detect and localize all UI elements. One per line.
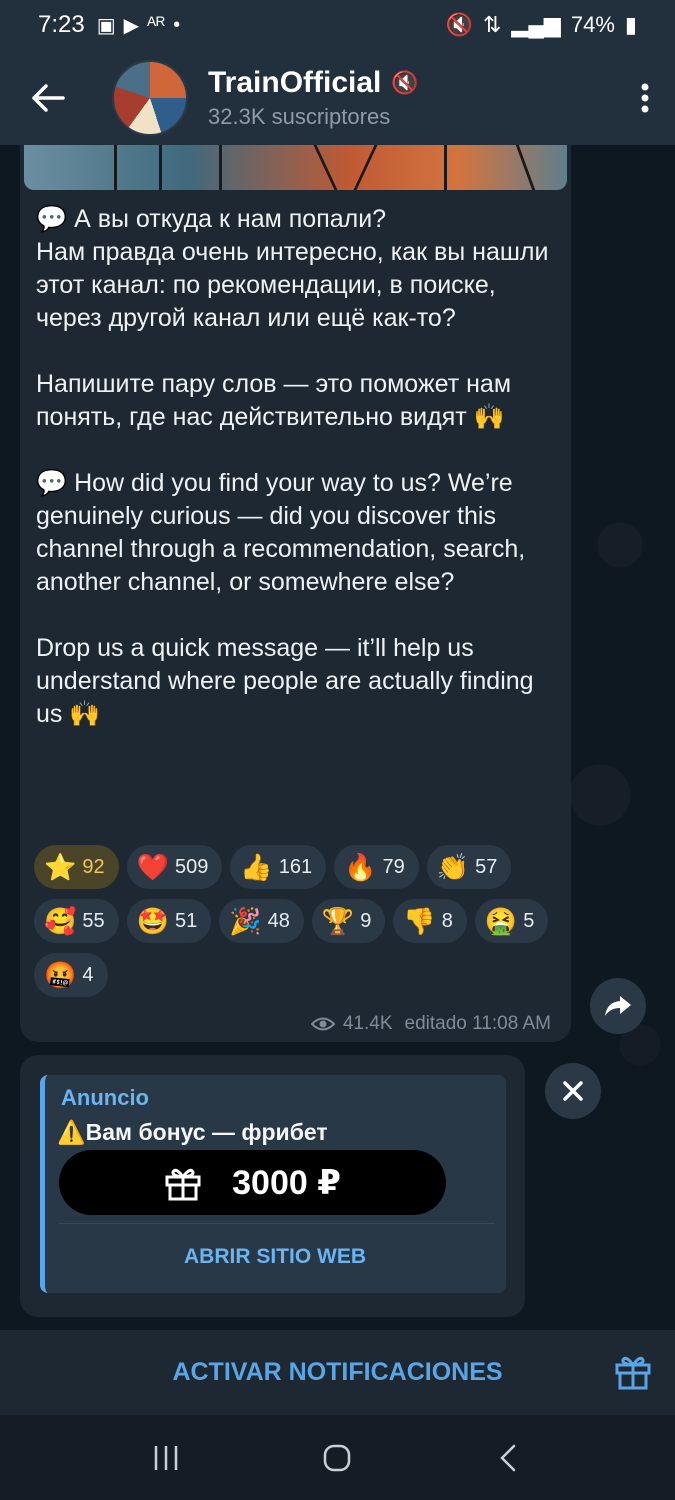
system-navigation-bar	[0, 1415, 675, 1500]
ad-card[interactable]: Anuncio ⚠️Вам бонус — фрибет 3000 ₽ ABRI…	[40, 1075, 506, 1293]
open-website-button[interactable]: ABRIR SITIO WEB	[45, 1245, 505, 1269]
home-icon[interactable]	[322, 1443, 352, 1473]
close-ad-button[interactable]	[545, 1063, 601, 1119]
status-time: 7:23	[38, 11, 85, 38]
message-image[interactable]	[24, 145, 567, 190]
reaction-emoji: ❤️	[136, 852, 169, 882]
reaction-pill[interactable]: 🤮 5	[474, 899, 549, 943]
reaction-emoji: 🤬	[44, 960, 77, 990]
reaction-emoji: 🥰	[44, 906, 77, 936]
more-options-button[interactable]	[615, 50, 675, 145]
mute-icon: 🔇	[445, 12, 473, 37]
reaction-count: 509	[175, 855, 209, 878]
reaction-pill[interactable]: 👏 57	[426, 845, 512, 889]
reaction-emoji: 🏆	[321, 906, 355, 936]
reaction-pill[interactable]: 👍 161	[230, 845, 327, 889]
enable-notifications-button[interactable]: ACTIVAR NOTIFICACIONES	[172, 1358, 502, 1387]
more-vertical-icon	[641, 83, 649, 112]
close-icon	[563, 1081, 583, 1101]
channel-title: TrainOfficial	[208, 65, 382, 99]
reaction-pill[interactable]: 🎉 48	[219, 899, 304, 943]
reaction-pill[interactable]: 🤩 51	[126, 899, 212, 943]
ad-promo-button[interactable]: 3000 ₽	[59, 1150, 446, 1215]
muted-icon: 🔇	[391, 69, 419, 95]
ad-bonus-amount: 3000 ₽	[232, 1163, 341, 1202]
reaction-count: 55	[82, 909, 105, 932]
reaction-count: 51	[175, 909, 198, 932]
message-text: 💬 А вы откуда к нам попали? Нам правда о…	[36, 205, 549, 728]
channel-info[interactable]: TrainOfficial 🔇 32.3K suscriptores	[208, 66, 419, 130]
reaction-emoji: 🔥	[344, 852, 377, 882]
recent-apps-icon[interactable]	[151, 1443, 181, 1473]
reaction-emoji: 🤩	[136, 906, 169, 936]
ad-label: Anuncio	[61, 1085, 149, 1110]
reaction-pill[interactable]: 👎 8	[393, 899, 467, 943]
reaction-count: 57	[475, 855, 498, 878]
reaction-emoji: ⭐	[44, 852, 77, 882]
ad-title: ⚠️Вам бонус — фрибет	[57, 1119, 328, 1145]
back-icon[interactable]	[494, 1443, 524, 1473]
back-arrow-icon	[32, 83, 65, 112]
divider	[59, 1223, 495, 1224]
notifications-bar: ACTIVAR NOTIFICACIONES	[0, 1330, 675, 1415]
edited-time: editado 11:08 AM	[404, 1013, 551, 1034]
reaction-pill[interactable]: ⭐ 92	[34, 845, 119, 889]
reaction-count: 4	[82, 963, 94, 986]
reaction-pill[interactable]: ❤️ 509	[126, 845, 223, 889]
back-button[interactable]	[0, 50, 96, 145]
reactions-row: ⭐ 92 ❤️ 509 👍 161 🔥 79 👏 57 🥰 55 🤩 51 🎉 48 🏆 9 👎 8 🤮 5 🤬 4	[34, 845, 564, 997]
reaction-emoji: 👎	[403, 906, 436, 936]
reaction-count: 92	[82, 855, 105, 878]
wifi-calling-icon: ⇅	[482, 12, 502, 37]
gift-icon[interactable]	[613, 1352, 653, 1392]
sponsored-message[interactable]: Anuncio ⚠️Вам бонус — фрибет 3000 ₽ ABRI…	[20, 1055, 525, 1317]
gift-icon	[165, 1168, 201, 1200]
battery-percent: 74%	[570, 12, 615, 37]
reaction-count: 161	[278, 855, 313, 878]
subscriber-count: 32.3K suscriptores	[208, 103, 391, 129]
share-button[interactable]	[590, 978, 646, 1034]
reaction-emoji: 🎉	[229, 906, 262, 936]
reaction-emoji: 👏	[436, 852, 470, 882]
reaction-count: 8	[441, 909, 453, 932]
reaction-pill[interactable]: 🔥 79	[334, 845, 419, 889]
reaction-count: 5	[523, 909, 535, 932]
battery-icon: ▮	[624, 12, 637, 37]
reaction-pill[interactable]: 🤬 4	[34, 953, 108, 997]
image-icon: ▣	[96, 14, 116, 37]
reaction-pill[interactable]: 🏆 9	[311, 899, 386, 943]
youtube-icon: ▶	[123, 14, 140, 37]
reaction-count: 9	[360, 909, 372, 932]
eye-icon	[310, 1017, 335, 1031]
reaction-emoji: 🤮	[484, 906, 518, 936]
reaction-pill[interactable]: 🥰 55	[34, 899, 119, 943]
share-icon	[605, 996, 631, 1016]
view-count: 41.4K	[342, 1013, 393, 1034]
reaction-emoji: 👍	[240, 852, 273, 882]
ar-icon: ᴬᴿ	[147, 13, 166, 36]
reaction-count: 79	[382, 855, 405, 878]
signal-icon: ▂▄▆	[511, 12, 561, 37]
reaction-count: 48	[267, 909, 290, 932]
channel-avatar[interactable]	[112, 59, 188, 136]
chat-area[interactable]: 💬 А вы откуда к нам попали? Нам правда о…	[0, 145, 675, 1330]
status-bar: 7:23 ▣ ▶ ᴬᴿ • 🔇 ⇅ ▂▄▆ 74% ▮	[0, 0, 675, 50]
chat-header: TrainOfficial 🔇 32.3K suscriptores	[0, 50, 675, 145]
dot-icon: •	[173, 13, 181, 36]
message-meta: 41.4K editado 11:08 AM	[310, 1013, 551, 1035]
message-bubble[interactable]: 💬 А вы откуда к нам попали? Нам правда о…	[20, 145, 571, 1042]
